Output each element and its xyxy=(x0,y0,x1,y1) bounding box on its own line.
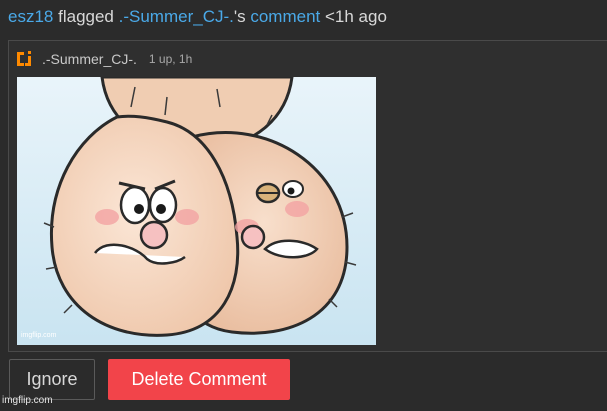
comment-meta: .-Summer_CJ-. 1 up, 1h xyxy=(16,48,192,70)
action-text: flagged xyxy=(58,7,114,26)
actor-link[interactable]: esz18 xyxy=(8,7,53,26)
target-user-link[interactable]: .-Summer_CJ-. xyxy=(119,7,234,26)
ignore-button[interactable]: Ignore xyxy=(9,359,95,400)
possessive-text: 's xyxy=(233,7,246,26)
comment-panel: .-Summer_CJ-. 1 up, 1h imgflip.com xyxy=(8,40,607,352)
avatar[interactable] xyxy=(16,49,36,69)
cartoon-image xyxy=(17,77,376,345)
timestamp: <1h ago xyxy=(325,7,387,26)
comment-username[interactable]: .-Summer_CJ-. xyxy=(42,51,137,67)
comment-link[interactable]: comment xyxy=(250,7,320,26)
avatar-icon xyxy=(16,49,36,69)
image-watermark: imgflip.com xyxy=(21,332,57,339)
delete-comment-button[interactable]: Delete Comment xyxy=(108,359,290,400)
comment-stats: 1 up, 1h xyxy=(148,52,193,66)
notification-line: esz18 flagged .-Summer_CJ-.'s comment <1… xyxy=(8,6,387,28)
site-watermark: imgflip.com xyxy=(2,395,53,406)
comment-image[interactable]: imgflip.com xyxy=(17,77,376,345)
